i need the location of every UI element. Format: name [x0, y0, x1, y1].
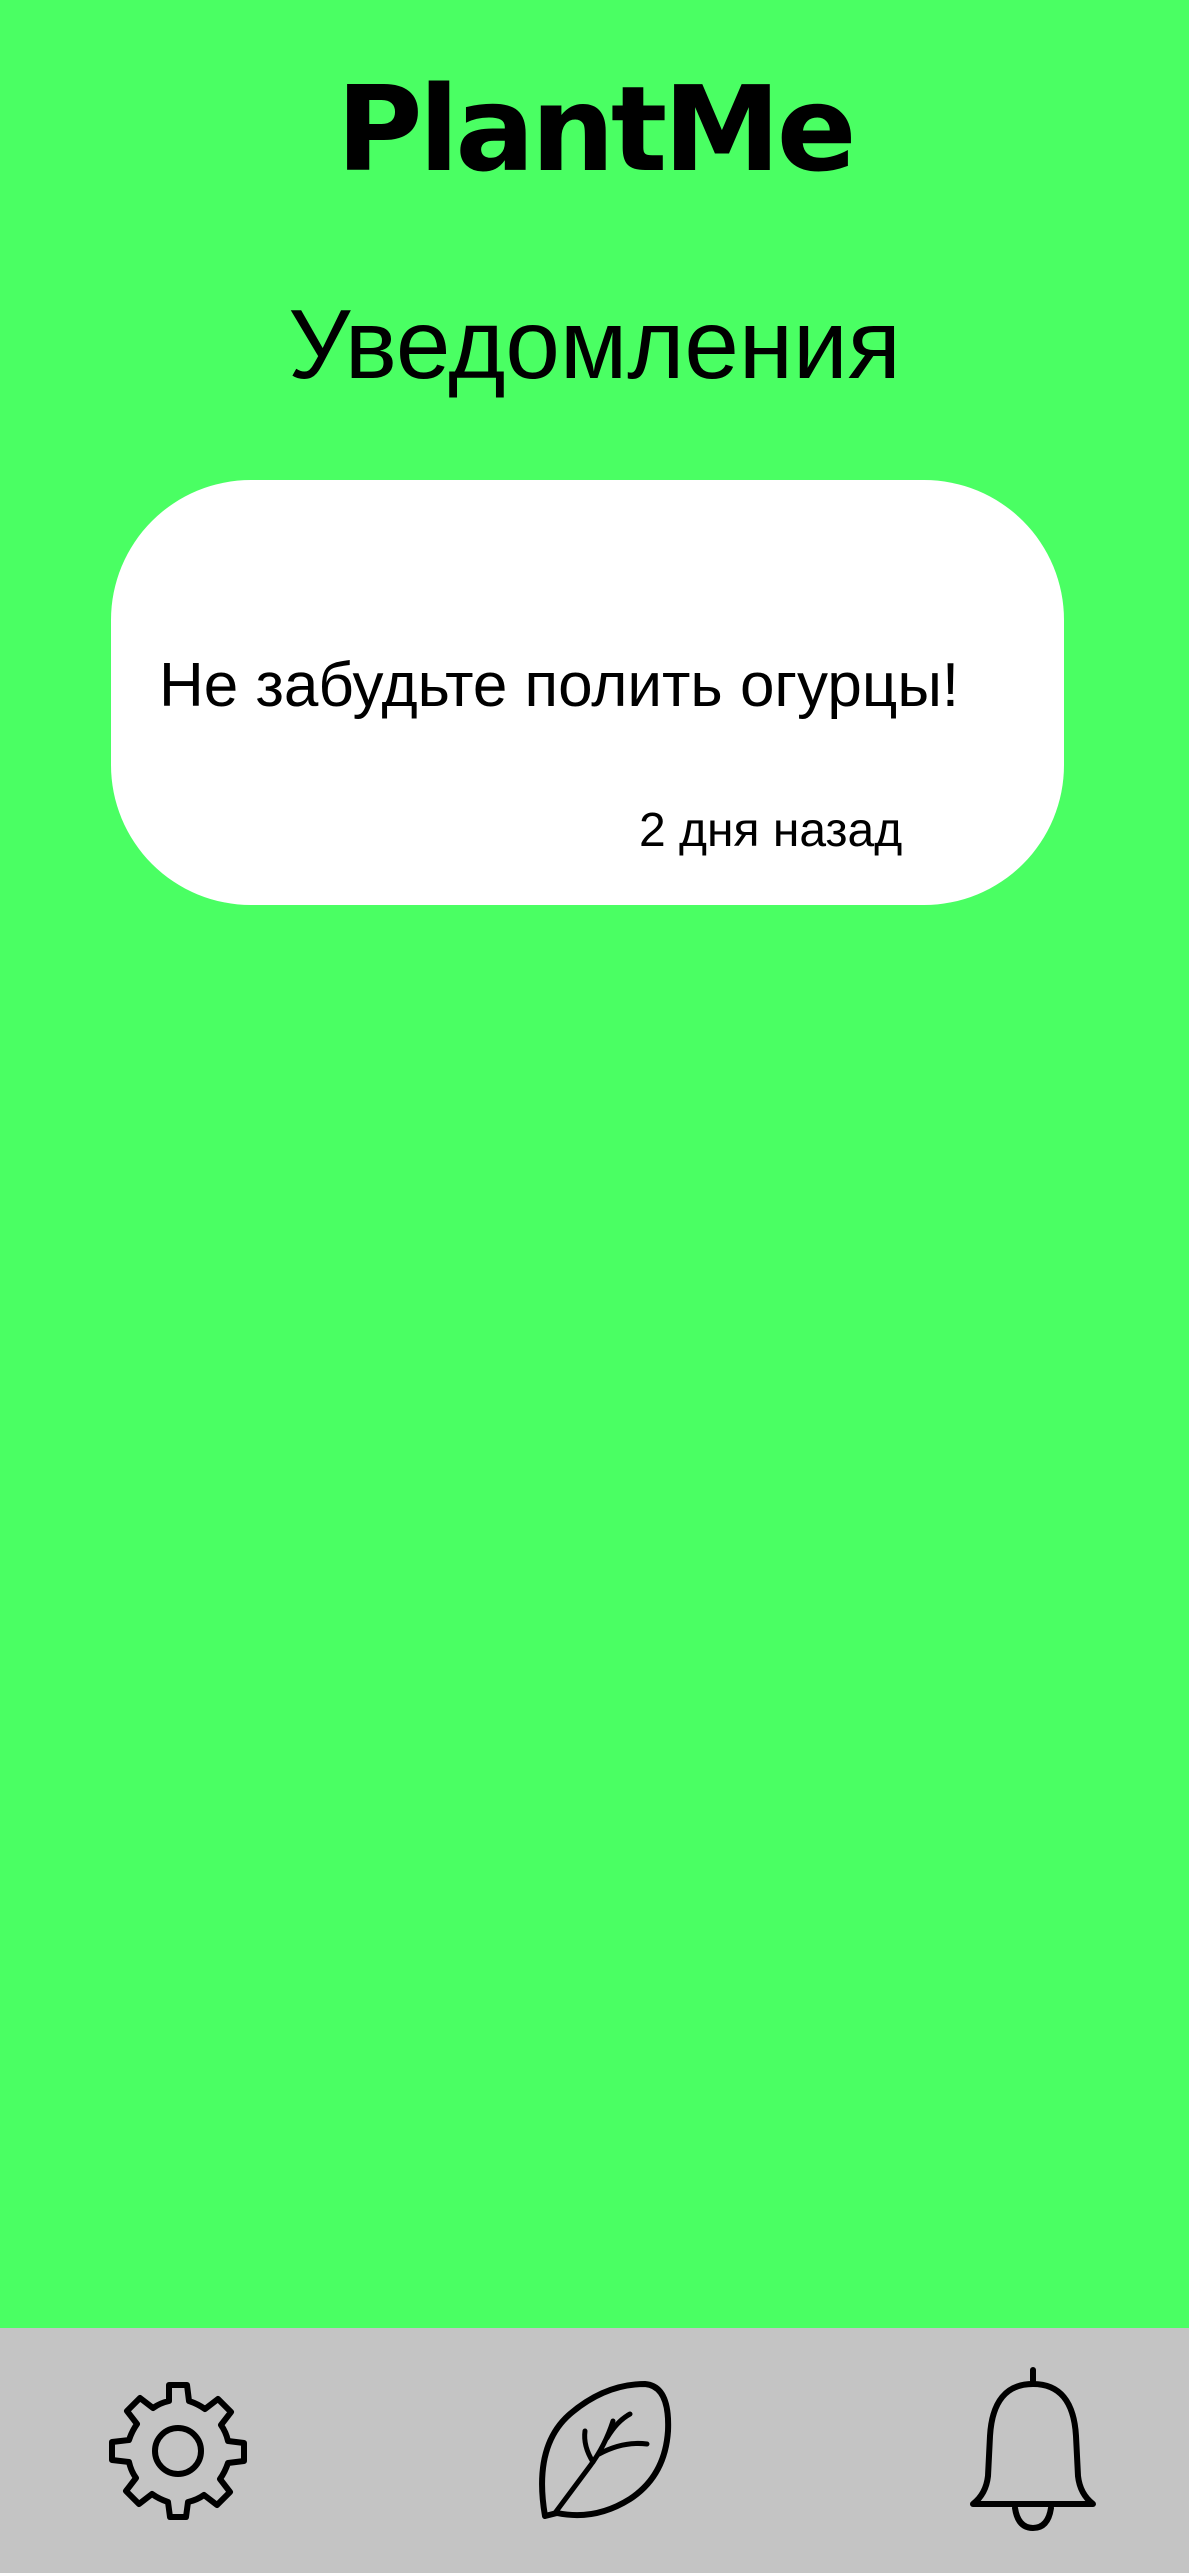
- notification-time: 2 дня назад: [639, 804, 903, 857]
- bell-icon: [970, 2366, 1096, 2531]
- nav-plants-button[interactable]: [505, 2328, 705, 2573]
- nav-notifications-button[interactable]: [933, 2328, 1133, 2573]
- gear-icon: [109, 2381, 247, 2520]
- app-logo: PlantMe: [336, 60, 856, 198]
- bottom-nav: [0, 2328, 1189, 2573]
- leaf-icon: [539, 2380, 672, 2519]
- notification-message: Не забудьте полить огурцы!: [159, 651, 960, 720]
- page-title: Уведомления: [288, 289, 901, 399]
- nav-settings-button[interactable]: [78, 2328, 278, 2573]
- notification-card[interactable]: Не забудьте полить огурцы! 2 дня назад: [111, 480, 1064, 905]
- notifications-screen: PlantMe Уведомления Не забудьте полить о…: [0, 0, 1189, 2573]
